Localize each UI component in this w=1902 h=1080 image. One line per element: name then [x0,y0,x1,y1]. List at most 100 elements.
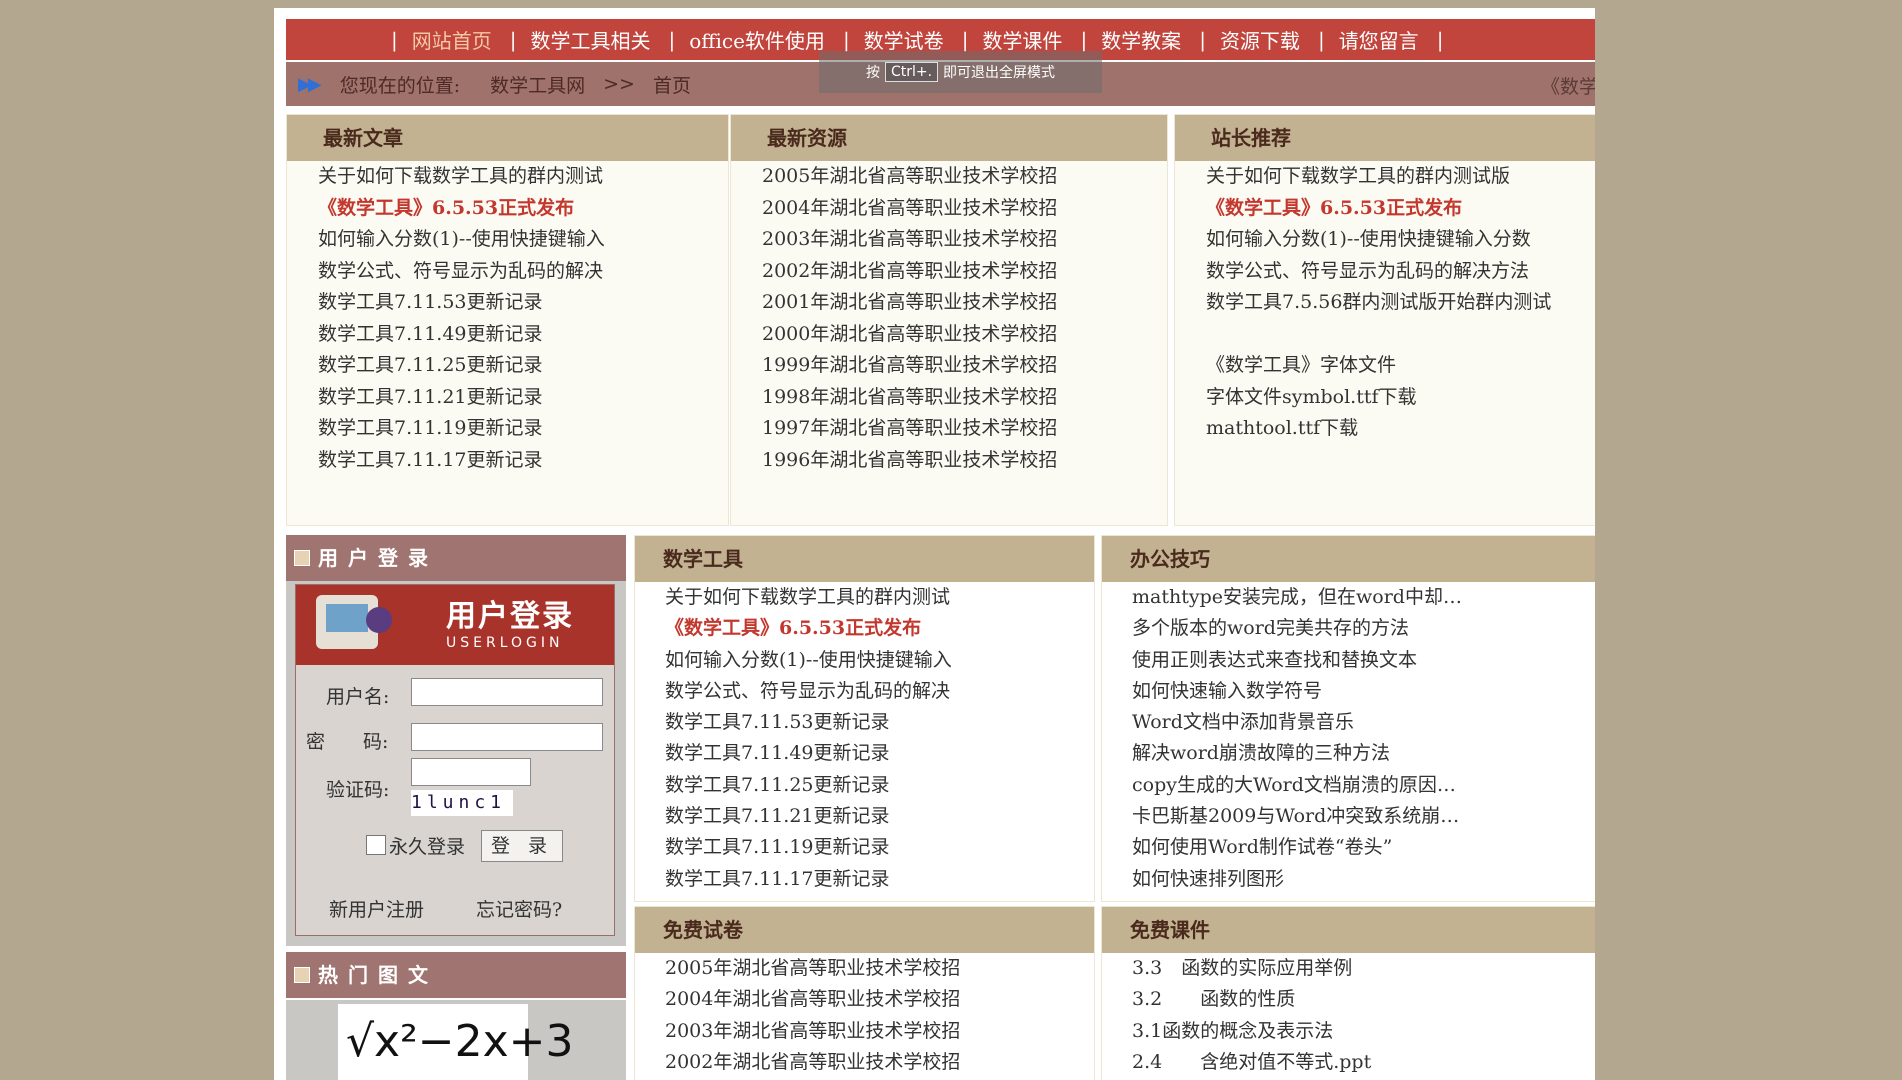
list-item[interactable]: 数学工具7.11.19更新记录 [287,413,728,445]
list-item[interactable]: 1997年湖北省高等职业技术学校招 [731,413,1167,445]
list-item[interactable]: 3.2 函数的性质 [1102,984,1595,1015]
list-item[interactable]: 3.3 函数的实际应用举例 [1102,953,1595,984]
list-item[interactable]: 2004年湖北省高等职业技术学校招 [731,193,1167,225]
login-button[interactable]: 登 录 [481,830,563,862]
nav-guestbook[interactable]: 请您留言 [1339,25,1437,54]
list-item[interactable]: 数学工具7.11.17更新记录 [287,445,728,477]
list-item[interactable]: 2001年湖北省高等职业技术学校招 [731,287,1167,319]
breadcrumb-current: 首页 [652,74,691,97]
list-item[interactable]: mathtype安装完成，但在word中却… [1102,582,1595,613]
key-hint: Ctrl+. [884,62,939,82]
list-item[interactable]: 数学工具7.11.25更新记录 [635,770,1094,801]
list-item[interactable]: mathtool.ttf下载 [1175,413,1595,445]
nav-papers[interactable]: 数学试卷 [864,25,962,54]
nav-math-tools[interactable]: 数学工具相关 [531,25,669,54]
list-item[interactable]: 关于如何下载数学工具的群内测试 [635,582,1094,613]
login-header: 用户登录 [286,535,626,581]
list-item[interactable]: 数学工具7.11.53更新记录 [287,287,728,319]
forgot-password-link[interactable]: 忘记密码? [476,895,562,922]
list-item[interactable]: 1999年湖北省高等职业技术学校招 [731,350,1167,382]
list-item[interactable]: 《数学工具》6.5.53正式发布 [635,613,1094,644]
list-item[interactable]: 使用正则表达式来查找和替换文本 [1102,645,1595,676]
user-icon [366,607,392,633]
nav-courseware[interactable]: 数学课件 [982,25,1080,54]
panel-title: 最新资源 [731,115,1167,161]
recommend-panel: 站长推荐 关于如何下载数学工具的群内测试版 《数学工具》6.5.53正式发布 如… [1174,114,1595,526]
double-arrow-icon: ▶▶ [298,73,322,95]
list-item[interactable]: 如何输入分数(1)--使用快捷键输入 [287,224,728,256]
list-item[interactable]: 如何使用Word制作试卷“卷头” [1102,832,1595,863]
nav-office[interactable]: office软件使用 [689,25,843,54]
marquee-text[interactable]: 《数学工 [1541,72,1595,99]
list-item[interactable]: 数学工具7.5.56群内测试版开始群内测试 [1175,287,1595,319]
captcha-input[interactable] [411,758,531,786]
list-item[interactable]: 2003年湖北省高等职业技术学校招 [635,1016,1094,1047]
list-item[interactable]: 数学工具7.11.19更新记录 [635,832,1094,863]
register-link[interactable]: 新用户注册 [329,895,424,922]
list-item[interactable]: 数学工具7.11.17更新记录 [635,864,1094,895]
hot-header: 热门图文 [286,952,626,998]
list-item[interactable]: 2002年湖北省高等职业技术学校招 [731,256,1167,288]
list-item[interactable]: 关于如何下载数学工具的群内测试 [287,161,728,193]
list-item[interactable]: 2.4 含绝对值不等式.ppt [1102,1047,1595,1078]
remember-label: 永久登录 [389,836,466,858]
panel-title: 站长推荐 [1175,115,1595,161]
list-item[interactable]: 多个版本的word完美共存的方法 [1102,613,1595,644]
breadcrumb-label: 您现在的位置: [339,74,461,97]
list-item[interactable]: 2003年湖北省高等职业技术学校招 [731,224,1167,256]
list-item[interactable]: 2002年湖北省高等职业技术学校招 [635,1047,1094,1078]
list-item[interactable]: 《数学工具》字体文件 [1175,350,1595,382]
hot-image-area: √x²−2x+3 [286,1000,626,1080]
captcha-image[interactable]: 1lunc1 [411,790,513,816]
username-input[interactable] [411,678,603,706]
list-item[interactable]: 如何快速排列图形 [1102,864,1595,895]
list-item[interactable]: 解决word崩溃故障的三种方法 [1102,738,1595,769]
formula-image[interactable]: √x²−2x+3 [338,1004,573,1080]
breadcrumb-site-link[interactable]: 数学工具网 [490,71,585,98]
nav-downloads[interactable]: 资源下载 [1220,25,1318,54]
list-item[interactable]: 1998年湖北省高等职业技术学校招 [731,382,1167,414]
list-item[interactable]: 数学公式、符号显示为乱码的解决方法 [1175,256,1595,288]
list-item[interactable]: Word文档中添加背景音乐 [1102,707,1595,738]
password-input[interactable] [411,723,603,751]
list-item[interactable]: copy生成的大Word文档崩溃的原因… [1102,770,1595,801]
panel-title: 最新文章 [287,115,728,161]
latest-articles-panel: 最新文章 关于如何下载数学工具的群内测试 《数学工具》6.5.53正式发布 如何… [286,114,729,526]
list-item[interactable]: 如何输入分数(1)--使用快捷键输入 [635,645,1094,676]
list-item[interactable]: 数学工具7.11.49更新记录 [635,738,1094,769]
remember-checkbox[interactable] [366,835,386,855]
list-item[interactable]: 数学工具7.11.49更新记录 [287,319,728,351]
list-item[interactable]: 2005年湖北省高等职业技术学校招 [635,953,1094,984]
list-item[interactable]: 2000年湖北省高等职业技术学校招 [731,319,1167,351]
latest-resources-panel: 最新资源 2005年湖北省高等职业技术学校招 2004年湖北省高等职业技术学校招… [730,114,1168,526]
bullet-icon [294,967,310,983]
list-item[interactable]: 数学公式、符号显示为乱码的解决 [287,256,728,288]
login-banner: 用户登录 USERLOGIN [296,585,614,665]
list-item[interactable]: 数学工具7.11.25更新记录 [287,350,728,382]
list-item[interactable]: 1996年湖北省高等职业技术学校招 [731,445,1167,477]
free-courseware-panel: 免费课件 3.3 函数的实际应用举例 3.2 函数的性质 3.1函数的概念及表示… [1101,906,1595,1080]
bullet-icon [294,550,310,566]
password-label: 密 码: [306,731,389,753]
captcha-label: 验证码: [326,779,390,801]
list-item[interactable]: 2005年湖北省高等职业技术学校招 [731,161,1167,193]
list-item[interactable]: 2004年湖北省高等职业技术学校招 [635,984,1094,1015]
list-item[interactable]: 《数学工具》6.5.53正式发布 [287,193,728,225]
math-tools-panel: 数学工具 关于如何下载数学工具的群内测试 《数学工具》6.5.53正式发布 如何… [634,535,1095,902]
list-item[interactable]: 数学公式、符号显示为乱码的解决 [635,676,1094,707]
nav-lesson-plans[interactable]: 数学教案 [1101,25,1199,54]
nav-home[interactable]: 网站首页 [412,25,510,54]
login-panel: 用户登录 USERLOGIN 用户名: 密 码: 验证码: 1lunc1 永久登… [286,581,626,946]
list-item[interactable]: 数学工具7.11.21更新记录 [287,382,728,414]
list-item[interactable]: 数学工具7.11.53更新记录 [635,707,1094,738]
list-item[interactable]: 如何快速输入数学符号 [1102,676,1595,707]
list-item[interactable]: 卡巴斯基2009与Word冲突致系统崩… [1102,801,1595,832]
list-item[interactable]: 《数学工具》6.5.53正式发布 [1175,193,1595,225]
list-item[interactable]: 3.1函数的概念及表示法 [1102,1016,1595,1047]
panel-title: 办公技巧 [1102,536,1595,582]
page: | 网站首页 | 数学工具相关 | office软件使用 | 数学试卷 | 数学… [274,8,1595,1080]
list-item[interactable]: 如何输入分数(1)--使用快捷键输入分数 [1175,224,1595,256]
list-item[interactable]: 数学工具7.11.21更新记录 [635,801,1094,832]
list-item[interactable]: 字体文件symbol.ttf下载 [1175,382,1595,414]
list-item[interactable]: 关于如何下载数学工具的群内测试版 [1175,161,1595,193]
